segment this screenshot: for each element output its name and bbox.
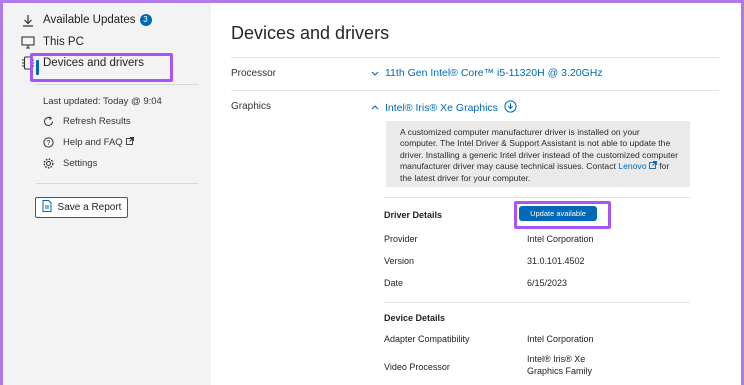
sidebar-item-label: Settings: [63, 158, 98, 169]
updates-count-badge: 3: [139, 14, 152, 26]
sidebar-item-available-updates[interactable]: Available Updates 3: [23, 14, 152, 27]
sidebar-item-settings[interactable]: Settings: [42, 158, 98, 169]
video-processor-value: Intel® Iris® Xe Graphics Family: [527, 353, 592, 377]
sidebar-item-refresh-results[interactable]: Refresh Results: [43, 116, 131, 127]
sidebar-item-label: Refresh Results: [63, 116, 131, 127]
date-label: Date: [384, 278, 404, 288]
graphics-value[interactable]: Intel® Iris® Xe Graphics: [385, 100, 517, 116]
sidebar-item-label: Available Updates: [43, 14, 136, 26]
update-available-button[interactable]: Update available: [519, 206, 597, 221]
version-label: Version: [384, 256, 415, 266]
gear-icon: [41, 157, 55, 171]
help-icon: ?: [41, 136, 55, 150]
sidebar-item-label: Help and FAQ: [63, 137, 123, 148]
version-value: 31.0.101.4502: [527, 256, 585, 266]
lenovo-link[interactable]: Lenovo: [618, 161, 659, 171]
external-link-icon: [125, 137, 134, 148]
sidebar: Available Updates 3 This PC Devices and …: [3, 3, 211, 385]
video-processor-line2: Graphics Family: [527, 366, 593, 376]
section-divider: [231, 57, 719, 58]
sidebar-divider: [36, 84, 198, 85]
lenovo-link-label: Lenovo: [618, 161, 647, 172]
details-divider: [384, 302, 690, 303]
video-processor-line1: Intel® Iris® Xe: [527, 354, 586, 364]
page-title: Devices and drivers: [231, 23, 390, 43]
download-icon: [21, 13, 35, 27]
monitor-icon: [21, 35, 35, 49]
driver-info-notice: A customized computer manufacturer drive…: [386, 121, 690, 187]
processor-label: Processor: [231, 68, 277, 79]
adapter-compatibility-value: Intel Corporation: [527, 334, 594, 344]
chevron-down-icon[interactable]: [371, 69, 379, 79]
last-updated-label: Last updated: Today @ 9:04: [43, 96, 162, 107]
chevron-up-icon[interactable]: [371, 102, 379, 112]
provider-label: Provider: [384, 234, 418, 244]
details-divider: [384, 197, 690, 198]
refresh-icon: [41, 115, 55, 129]
graphics-label: Graphics: [231, 101, 272, 112]
sidebar-item-label: This PC: [43, 36, 84, 48]
provider-value: Intel Corporation: [527, 234, 594, 244]
section-divider: [231, 90, 719, 91]
sidebar-item-this-pc[interactable]: This PC: [21, 35, 84, 49]
document-icon: [42, 200, 52, 215]
last-updated-text: Last updated: Today @ 9:04: [43, 96, 162, 107]
driver-details-heading: Driver Details: [384, 210, 443, 220]
date-value: 6/15/2023: [527, 278, 568, 288]
main-content: Devices and drivers Processor 11th Gen I…: [211, 3, 741, 385]
sidebar-divider: [36, 183, 198, 184]
svg-text:?: ?: [46, 140, 50, 147]
processor-value[interactable]: 11th Gen Intel® Core™ i5-11320H @ 3.20GH…: [385, 67, 603, 79]
video-processor-label: Video Processor: [384, 362, 450, 372]
device-details-heading: Device Details: [384, 313, 446, 323]
adapter-compatibility-label: Adapter Compatibility: [384, 334, 470, 344]
save-report-label: Save a Report: [57, 202, 122, 213]
sidebar-item-help-faq[interactable]: ? Help and FAQ: [42, 137, 134, 148]
highlight-devices-and-drivers: [30, 53, 173, 82]
download-circle-icon[interactable]: [504, 100, 517, 116]
external-link-icon: [648, 161, 657, 170]
graphics-value-text: Intel® Iris® Xe Graphics: [385, 101, 498, 114]
save-report-button[interactable]: Save a Report: [35, 197, 128, 218]
